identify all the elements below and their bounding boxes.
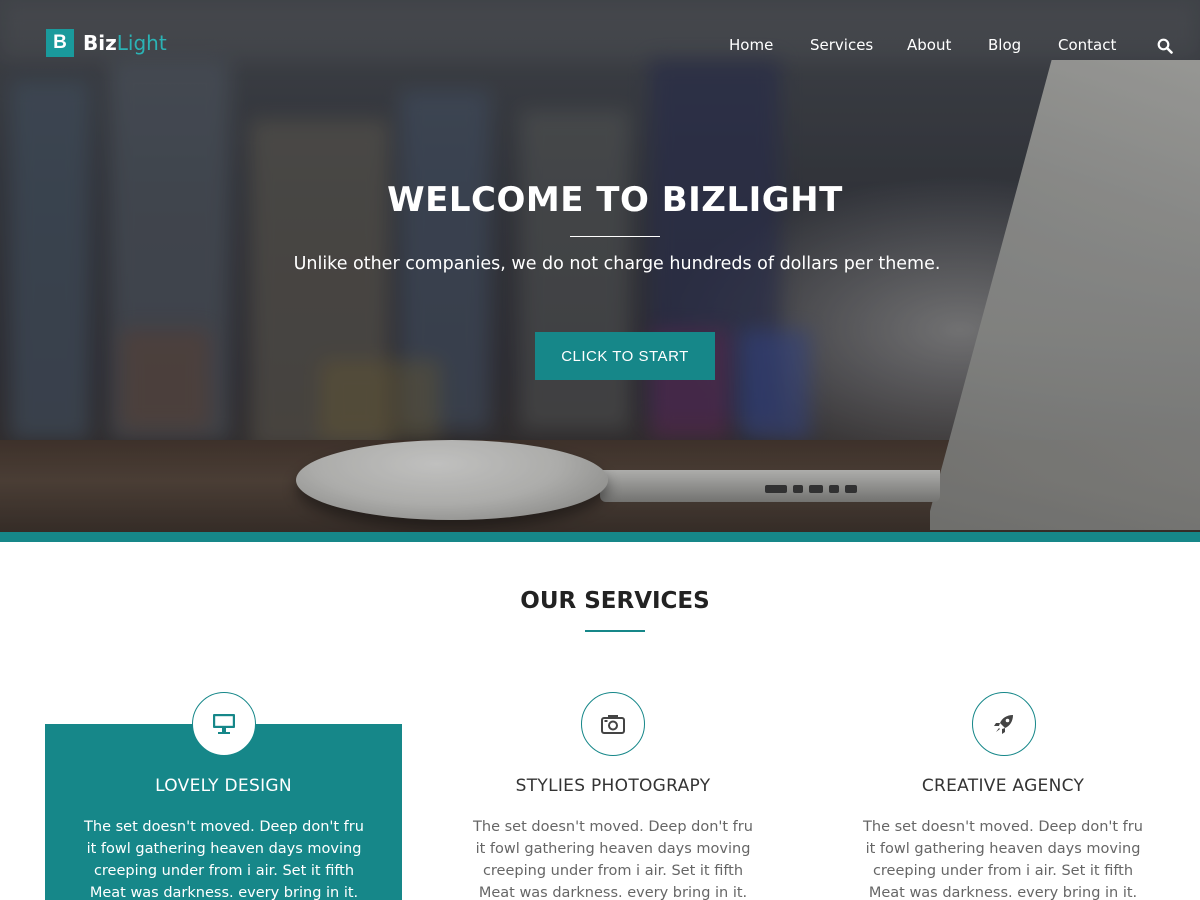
hero-divider — [570, 236, 660, 237]
search-icon[interactable] — [1157, 38, 1173, 54]
service-title: CREATIVE AGENCY — [921, 776, 1085, 796]
click-to-start-button[interactable]: CLICK TO START — [535, 332, 715, 380]
service-card-photography[interactable]: STYLIES PHOTOGRAPY The set doesn't moved… — [433, 690, 793, 900]
nav-item-services[interactable]: Services — [810, 36, 873, 54]
camera-icon — [581, 692, 645, 756]
nav-item-home[interactable]: Home — [729, 36, 773, 54]
services-title: OUR SERVICES — [520, 588, 710, 614]
service-description: The set doesn't moved. Deep don't fru it… — [84, 819, 364, 900]
nav-item-blog[interactable]: Blog — [988, 36, 1021, 54]
service-title: STYLIES PHOTOGRAPY — [515, 776, 711, 796]
rocket-icon — [972, 692, 1036, 756]
service-description: The set doesn't moved. Deep don't fru it… — [863, 819, 1143, 900]
services-divider — [585, 630, 645, 632]
hero-title: WELCOME TO BIZLIGHT — [387, 180, 843, 220]
monitor-icon — [192, 692, 256, 756]
hero-bottom-strip — [0, 532, 1200, 542]
nav-item-contact[interactable]: Contact — [1058, 36, 1116, 54]
service-description: The set doesn't moved. Deep don't fru it… — [473, 819, 753, 900]
nav-item-about[interactable]: About — [907, 36, 951, 54]
service-card-creative-agency[interactable]: CREATIVE AGENCY The set doesn't moved. D… — [823, 690, 1183, 900]
main-nav: Home Services About Blog Contact — [0, 36, 1200, 60]
hero-subtitle: Unlike other companies, we do not charge… — [293, 254, 941, 274]
service-card-lovely-design[interactable]: LOVELY DESIGN The set doesn't moved. Dee… — [45, 690, 405, 900]
service-title: LOVELY DESIGN — [155, 776, 292, 796]
